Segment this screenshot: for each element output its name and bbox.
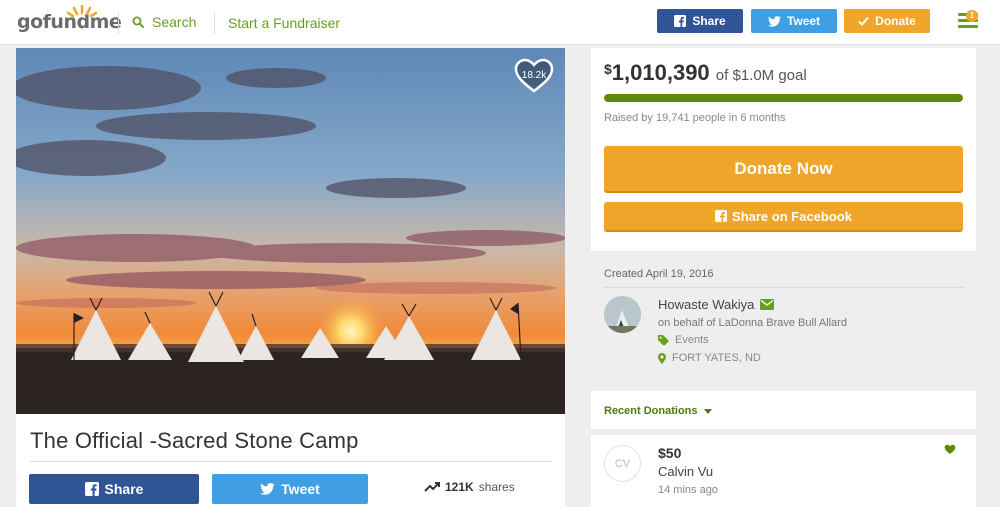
caret-down-icon (703, 408, 712, 414)
share-on-facebook-label: Share on Facebook (732, 208, 852, 224)
tag-icon (658, 334, 669, 346)
location-pin-icon (658, 352, 666, 364)
trending-up-icon (424, 482, 440, 492)
donor-name: Calvin Vu (658, 464, 714, 479)
heart-icon[interactable] (944, 444, 956, 455)
donation-list-item: CV $50 Calvin Vu 14 mins ago (591, 435, 976, 507)
favorite-count: 18.2k (521, 70, 547, 81)
donation-amount: $50 (658, 445, 682, 461)
shares-number: 121K (445, 480, 474, 494)
logo-sun-icon (66, 4, 98, 18)
location-row: FORT YATES, ND (658, 352, 761, 364)
email-icon[interactable] (760, 299, 775, 310)
facebook-icon (715, 210, 728, 222)
header-tweet-button[interactable]: Tweet (751, 9, 837, 33)
facebook-icon (674, 15, 687, 27)
campaign-panel: 18.2k The Official -Sacred Stone Camp Sh… (16, 48, 565, 507)
campaign-photo[interactable]: 18.2k (16, 48, 565, 414)
on-behalf-of: on behalf of LaDonna Brave Bull Allard (658, 317, 847, 329)
facebook-icon (84, 482, 99, 496)
campaign-tweet-button[interactable]: Tweet (212, 474, 368, 504)
donor-avatar: CV (604, 445, 641, 482)
twitter-icon (260, 483, 275, 495)
twitter-icon (767, 15, 781, 27)
organizer-name-row: Howaste Wakiya (658, 297, 775, 312)
header-donate-label: Donate (875, 14, 916, 28)
header-divider (214, 12, 215, 34)
shares-suffix: shares (478, 480, 515, 494)
goal-progress-bar (604, 94, 963, 102)
organizer-avatar[interactable] (604, 296, 641, 333)
dollar-sign: $ (604, 61, 612, 77)
campaign-share-label: Share (104, 481, 144, 497)
notification-badge: 1 (966, 10, 978, 22)
organizer-name[interactable]: Howaste Wakiya (658, 297, 754, 312)
header-donate-button[interactable]: Donate (844, 9, 930, 33)
campaign-title: The Official -Sacred Stone Camp (30, 428, 359, 453)
campaign-tweet-label: Tweet (281, 481, 320, 497)
campaign-share-button[interactable]: Share (29, 474, 199, 504)
header-share-button[interactable]: Share (657, 9, 743, 33)
recent-donations-toggle[interactable]: Recent Donations (604, 405, 712, 417)
location-label: FORT YATES, ND (672, 352, 761, 364)
header-share-label: Share (692, 14, 726, 28)
checkmark-icon (858, 16, 869, 26)
share-on-facebook-button[interactable]: Share on Facebook (604, 202, 963, 232)
search-link[interactable]: Search (132, 14, 196, 30)
raised-by-text: Raised by 19,741 people in 6 months (604, 112, 786, 124)
recent-donations-card: Recent Donations (591, 391, 976, 429)
category-label: Events (675, 334, 709, 346)
goal-text: of $1.0M goal (715, 67, 807, 84)
search-label: Search (152, 14, 197, 30)
recent-donations-label: Recent Donations (604, 405, 698, 417)
created-date: Created April 19, 2016 (604, 268, 714, 280)
share-count: 121K shares (424, 480, 515, 494)
progress-fill (604, 94, 963, 102)
amount-raised: $1,010,390 of $1.0M goal (604, 60, 807, 86)
category-row[interactable]: Events (658, 334, 709, 346)
search-icon (132, 16, 144, 28)
donation-goal-card: $1,010,390 of $1.0M goal Raised by 19,74… (591, 48, 976, 251)
title-divider (30, 461, 552, 462)
donate-now-button[interactable]: Donate Now (604, 146, 963, 193)
start-fundraiser-link[interactable]: Start a Fundraiser (228, 15, 340, 31)
top-header: gofundme Search Start a Fundraiser Share… (0, 0, 1000, 45)
organizer-divider (604, 287, 964, 288)
header-divider (118, 12, 119, 34)
sunset-teepee-image (16, 48, 565, 414)
amount-value: 1,010,390 (611, 60, 710, 85)
donation-time: 14 mins ago (658, 484, 718, 496)
header-tweet-label: Tweet (786, 14, 821, 28)
